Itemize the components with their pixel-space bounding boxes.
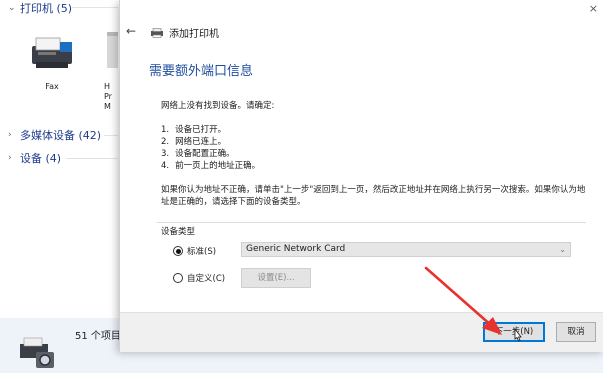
partial-label-1: H	[104, 82, 111, 91]
chevron-down-icon: ⌄	[8, 3, 16, 13]
list-number: 1.	[161, 125, 170, 135]
list-text: 设备已打开。	[175, 125, 227, 135]
standard-radio-option[interactable]: 标准(S)	[173, 245, 216, 257]
group-divider	[104, 135, 118, 136]
annotation-arrow-icon	[424, 266, 502, 335]
close-icon[interactable]: ×	[589, 2, 598, 15]
list-text: 前一页上的地址正确。	[175, 161, 261, 171]
standard-label: 标准(S)	[187, 247, 217, 257]
printer-camera-icon	[20, 337, 54, 368]
list-number: 3.	[161, 149, 170, 159]
list-item: 3. 设备配置正确。	[161, 148, 260, 160]
chevron-right-icon: ›	[8, 153, 12, 163]
device-type-group: 设备类型 标准(S) Generic Network Card ⌄ 自定义(C)…	[157, 222, 586, 300]
dialog-footer: 下一步(N) 取消	[120, 312, 603, 352]
page-heading: 需要额外端口信息	[149, 64, 254, 79]
list-number: 4.	[161, 161, 170, 171]
device-partial-printer[interactable]: H Pr M	[104, 26, 118, 112]
multimedia-group-label: 多媒体设备 (42)	[20, 129, 102, 142]
device-type-value: Generic Network Card	[246, 244, 346, 254]
list-item: 1. 设备已打开。	[161, 124, 260, 136]
device-fax[interactable]: Fax	[18, 26, 86, 91]
standard-radio[interactable]	[173, 246, 183, 256]
item-count: 51 个项目	[75, 331, 121, 342]
group-divider	[66, 158, 118, 159]
partial-label-3: M	[104, 102, 111, 111]
chevron-right-icon: ›	[8, 130, 12, 140]
custom-label: 自定义(C)	[187, 274, 226, 284]
cancel-button[interactable]: 取消	[556, 322, 596, 342]
fax-label: Fax	[45, 82, 59, 91]
chevron-down-icon: ⌄	[559, 245, 566, 254]
printer-icon	[107, 32, 118, 68]
fax-icon	[32, 37, 72, 68]
devices-group-header[interactable]: › 设备 (4)	[8, 150, 61, 166]
printers-group-label: 打印机 (5)	[20, 2, 73, 15]
list-item: 4. 前一页上的地址正确。	[161, 160, 260, 172]
instruction-paragraph: 如果你认为地址不正确，请单击"上一步"返回到上一页，然后改正地址并在网络上执行另…	[161, 185, 586, 207]
device-type-label: 设备类型	[161, 227, 196, 237]
printer-icon	[151, 27, 163, 38]
printers-group-header[interactable]: ⌄ 打印机 (5)	[8, 0, 72, 16]
group-divider	[72, 7, 118, 8]
devices-group-label: 设备 (4)	[20, 152, 62, 165]
list-text: 设备配置正确。	[175, 149, 235, 159]
custom-radio[interactable]	[173, 273, 183, 283]
dialog-title-text: 添加打印机	[169, 29, 219, 40]
multimedia-group-header[interactable]: › 多媒体设备 (42)	[8, 127, 101, 143]
intro-text: 网络上没有找到设备。请确定:	[161, 101, 275, 111]
partial-label-2: Pr	[104, 92, 112, 101]
settings-button[interactable]: 设置(E)...	[241, 268, 311, 288]
add-printer-dialog: × ← 添加打印机 需要额外端口信息 网络上没有找到设备。请确定: 1. 设备已打…	[119, 0, 603, 352]
list-item: 2. 网络已连上。	[161, 136, 260, 148]
back-arrow-icon[interactable]: ←	[126, 24, 136, 38]
list-number: 2.	[161, 137, 170, 147]
custom-radio-option[interactable]: 自定义(C)	[173, 272, 225, 284]
radio-dot-icon	[175, 248, 181, 254]
dialog-title: 添加打印机	[150, 25, 219, 40]
mouse-pointer-icon	[514, 328, 522, 342]
list-text: 网络已连上。	[175, 137, 227, 147]
device-type-select[interactable]: Generic Network Card ⌄	[241, 242, 571, 257]
check-list: 1. 设备已打开。 2. 网络已连上。 3. 设备配置正确。 4. 前一页上的地址正确。	[161, 124, 260, 172]
